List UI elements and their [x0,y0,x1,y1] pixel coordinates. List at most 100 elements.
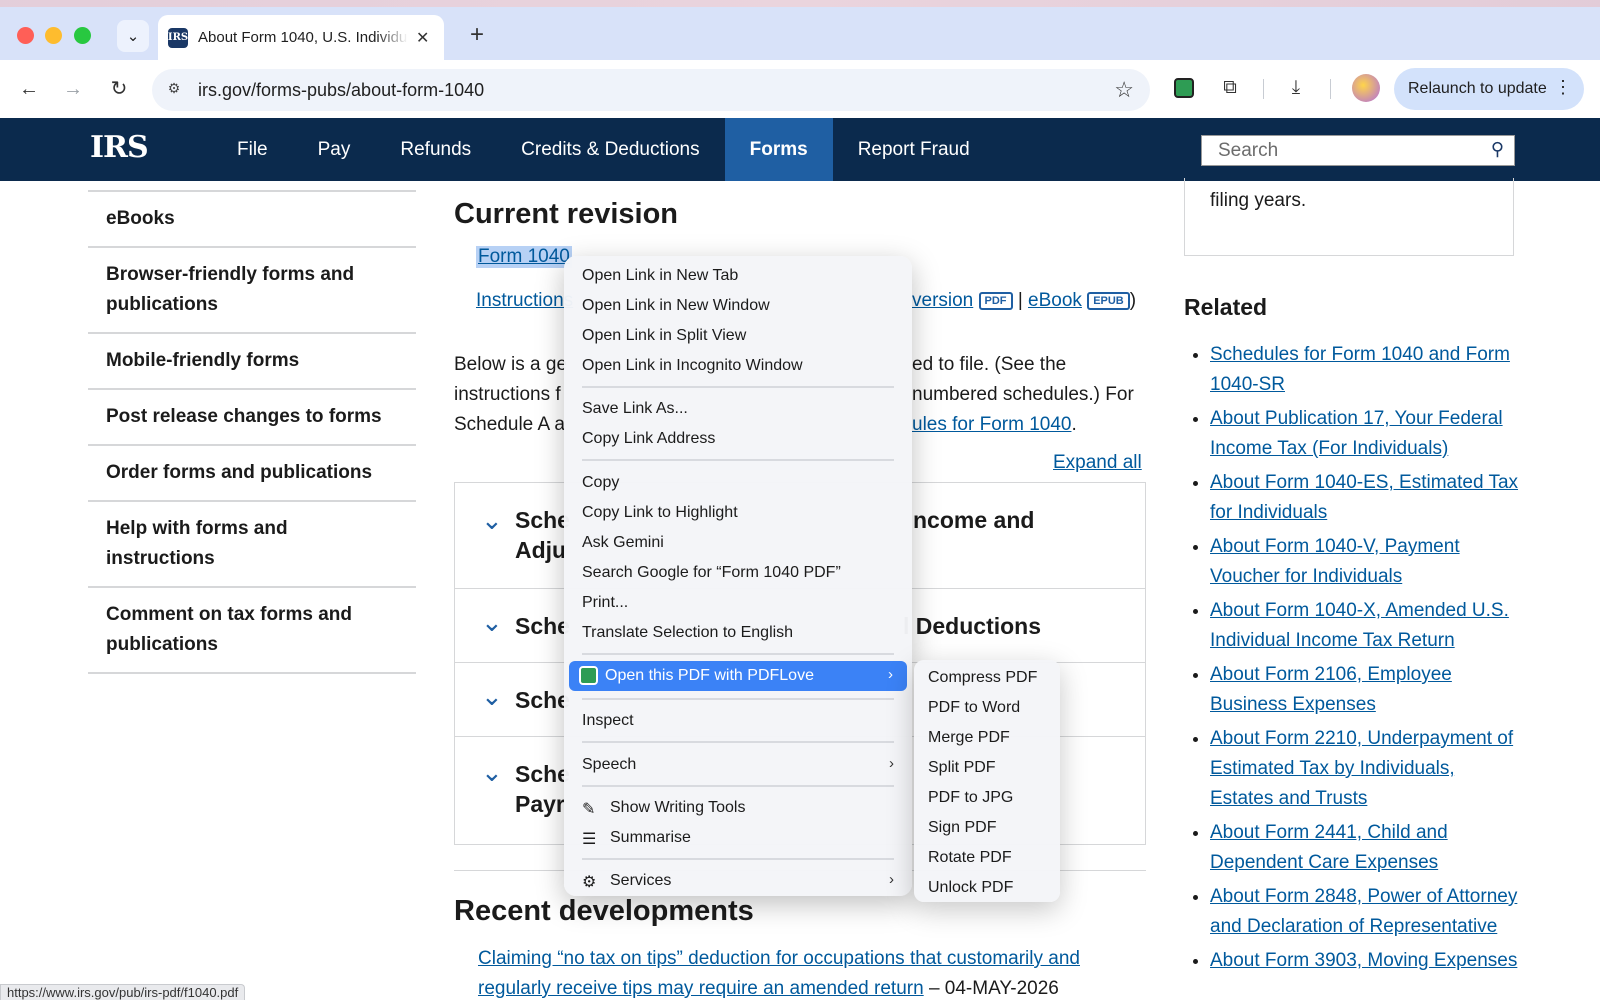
menu-item-open-split-view[interactable]: Open Link in Split View [582,327,746,345]
search-icon[interactable]: ⚲ [1491,139,1504,160]
nav-credits-deductions[interactable]: Credits & Deductions [496,118,724,181]
menu-item-services[interactable]: Services [610,872,671,890]
new-tab-button[interactable]: + [462,21,492,51]
chevron-down-icon[interactable]: ⌄ [481,681,503,712]
expand-all-text[interactable]: Expand all [1053,452,1142,473]
menu-item-speech[interactable]: Speech [582,756,636,774]
nav-file[interactable]: File [212,118,293,181]
sidebar-item-ebooks[interactable]: eBooks [88,192,416,248]
recent-date: – 04-MAY-2026 [928,978,1059,999]
sidebar-item-order-forms[interactable]: Order forms and publications [88,446,416,502]
nav-refunds[interactable]: Refunds [375,118,496,181]
revision-links-right: version PDF | eBook EPUB) [912,290,1136,312]
browser-tab[interactable]: IRS About Form 1040, U.S. Individual Inc… [158,15,444,60]
sidebar-item-comment[interactable]: Comment on tax forms and publications [88,588,416,674]
menu-item-show-writing-tools[interactable]: Show Writing Tools [610,799,745,817]
menu-item-open-incognito[interactable]: Open Link in Incognito Window [582,357,803,375]
menu-item-summarise[interactable]: Summarise [610,829,691,847]
minimize-window-button[interactable] [45,27,62,44]
menu-item-translate[interactable]: Translate Selection to English [582,624,793,642]
menu-item-open-new-tab[interactable]: Open Link in New Tab [582,267,738,285]
irs-logo[interactable]: IRS [90,130,149,165]
relaunch-to-update-button[interactable]: Relaunch to update ⋮ [1394,68,1584,110]
nav-forms[interactable]: Forms [724,118,833,181]
related-link[interactable]: About Form 1040-X, Amended U.S. Individu… [1210,600,1509,651]
sidebar-item-browser-friendly[interactable]: Browser-friendly forms and publications [88,248,416,334]
irs-search-input[interactable]: Search ⚲ [1201,135,1515,166]
bookmark-star-icon[interactable]: ☆ [1114,77,1134,103]
sidebar-item-help[interactable]: Help with forms and instructions [88,502,416,588]
pdf-badge: PDF [978,291,1013,310]
menu-item-copy-link-to-highlight[interactable]: Copy Link to Highlight [582,504,738,522]
menu-item-ask-gemini[interactable]: Ask Gemini [582,534,664,552]
submenu-merge-pdf[interactable]: Merge PDF [928,729,1010,747]
context-menu: Open Link in New Tab Open Link in New Wi… [564,256,912,896]
desc-line: Below is a ge [454,354,568,375]
site-info-icon[interactable]: ⚙ [164,80,184,100]
pdflove-extension-icon[interactable] [1170,74,1198,102]
related-link[interactable]: About Form 2441, Child and Dependent Car… [1210,822,1448,873]
reload-icon[interactable]: ↻ [104,74,134,104]
menu-item-search-google[interactable]: Search Google for “Form 1040 PDF” [582,564,841,582]
forward-icon[interactable]: → [58,74,88,104]
menu-item-copy-link-address[interactable]: Copy Link Address [582,430,715,448]
back-icon[interactable]: ← [14,74,44,104]
relaunch-label: Relaunch to update [1408,80,1547,97]
list-item: About Form 1040-X, Amended U.S. Individu… [1210,596,1520,656]
chevron-down-icon[interactable]: ⌄ [481,505,503,536]
version-link[interactable]: version [912,290,973,311]
related-link[interactable]: About Form 2210, Underpayment of Estimat… [1210,728,1513,809]
nav-pay[interactable]: Pay [293,118,376,181]
related-link[interactable]: About Form 1040-V, Payment Voucher for I… [1210,536,1460,587]
close-window-button[interactable] [17,27,34,44]
profile-avatar[interactable] [1352,74,1380,102]
submenu-unlock-pdf[interactable]: Unlock PDF [928,879,1013,897]
chevron-down-icon[interactable]: ⌄ [481,607,503,638]
submenu-pdf-to-word[interactable]: PDF to Word [928,699,1020,717]
related-link[interactable]: About Publication 17, Your Federal Incom… [1210,408,1503,459]
submenu-rotate-pdf[interactable]: Rotate PDF [928,849,1012,867]
desc-line: instructions f [454,384,561,405]
sidebar-item-mobile-friendly[interactable]: Mobile-friendly forms [88,334,416,390]
maximize-window-button[interactable] [74,27,91,44]
menu-separator [582,653,894,655]
tab-search-button[interactable]: ⌄ [117,20,149,52]
browser-tab-bar: ⌄ IRS About Form 1040, U.S. Individual I… [0,0,1600,60]
extensions-puzzle-icon[interactable]: ⧉ [1216,74,1244,102]
expand-all-link[interactable]: Expand all [1053,452,1142,474]
pdflove-submenu: Compress PDF PDF to Word Merge PDF Split… [914,660,1060,902]
tab-title: About Form 1040, U.S. Individual Income … [198,29,408,46]
accordion-title: Sche [515,613,570,639]
menu-item-save-link-as[interactable]: Save Link As... [582,400,688,418]
menu-item-open-with-pdflove[interactable]: Open this PDF with PDFLove › [569,661,907,691]
nav-report-fraud[interactable]: Report Fraud [833,118,995,181]
related-link[interactable]: About Form 2106, Employee Business Expen… [1210,664,1452,715]
ebook-link[interactable]: eBook [1028,290,1082,311]
submenu-pdf-to-jpg[interactable]: PDF to JPG [928,789,1013,807]
sidebar-item-post-release-changes[interactable]: Post release changes to forms [88,390,416,446]
related-link[interactable]: About Form 1040-ES, Estimated Tax for In… [1210,472,1518,523]
menu-item-copy[interactable]: Copy [582,474,619,492]
chevron-down-icon[interactable]: ⌄ [481,757,503,788]
close-icon[interactable]: ✕ [416,28,429,48]
menu-item-print[interactable]: Print... [582,594,628,612]
instructions-link[interactable]: Instructions [476,290,573,312]
related-link[interactable]: About Form 3903, Moving Expenses [1210,950,1517,971]
menu-item-open-new-window[interactable]: Open Link in New Window [582,297,770,315]
submenu-split-pdf[interactable]: Split PDF [928,759,996,777]
list-item: About Publication 17, Your Federal Incom… [1210,404,1520,464]
menu-item-inspect[interactable]: Inspect [582,712,634,730]
related-link[interactable]: Schedules for Form 1040 and Form 1040-SR [1210,344,1510,395]
more-menu-icon[interactable]: ⋮ [1554,77,1572,98]
writing-tools-icon: ✎ [582,801,596,818]
submenu-sign-pdf[interactable]: Sign PDF [928,819,996,837]
submenu-compress-pdf[interactable]: Compress PDF [928,669,1037,687]
description-right: ed to file. (See the numbered schedules.… [912,350,1134,440]
instructions-link-text[interactable]: Instructions [476,290,573,311]
download-icon[interactable]: ⤓ [1282,74,1310,102]
form-1040-link[interactable]: Form 1040 [478,246,570,267]
form-1040-link-selected[interactable]: Form 1040 [476,246,572,268]
related-link[interactable]: About Form 2848, Power of Attorney and D… [1210,886,1517,937]
schedules-link[interactable]: ules for Form 1040 [912,414,1071,435]
address-bar[interactable]: ⚙ irs.gov/forms-pubs/about-form-1040 ☆ [152,69,1150,111]
